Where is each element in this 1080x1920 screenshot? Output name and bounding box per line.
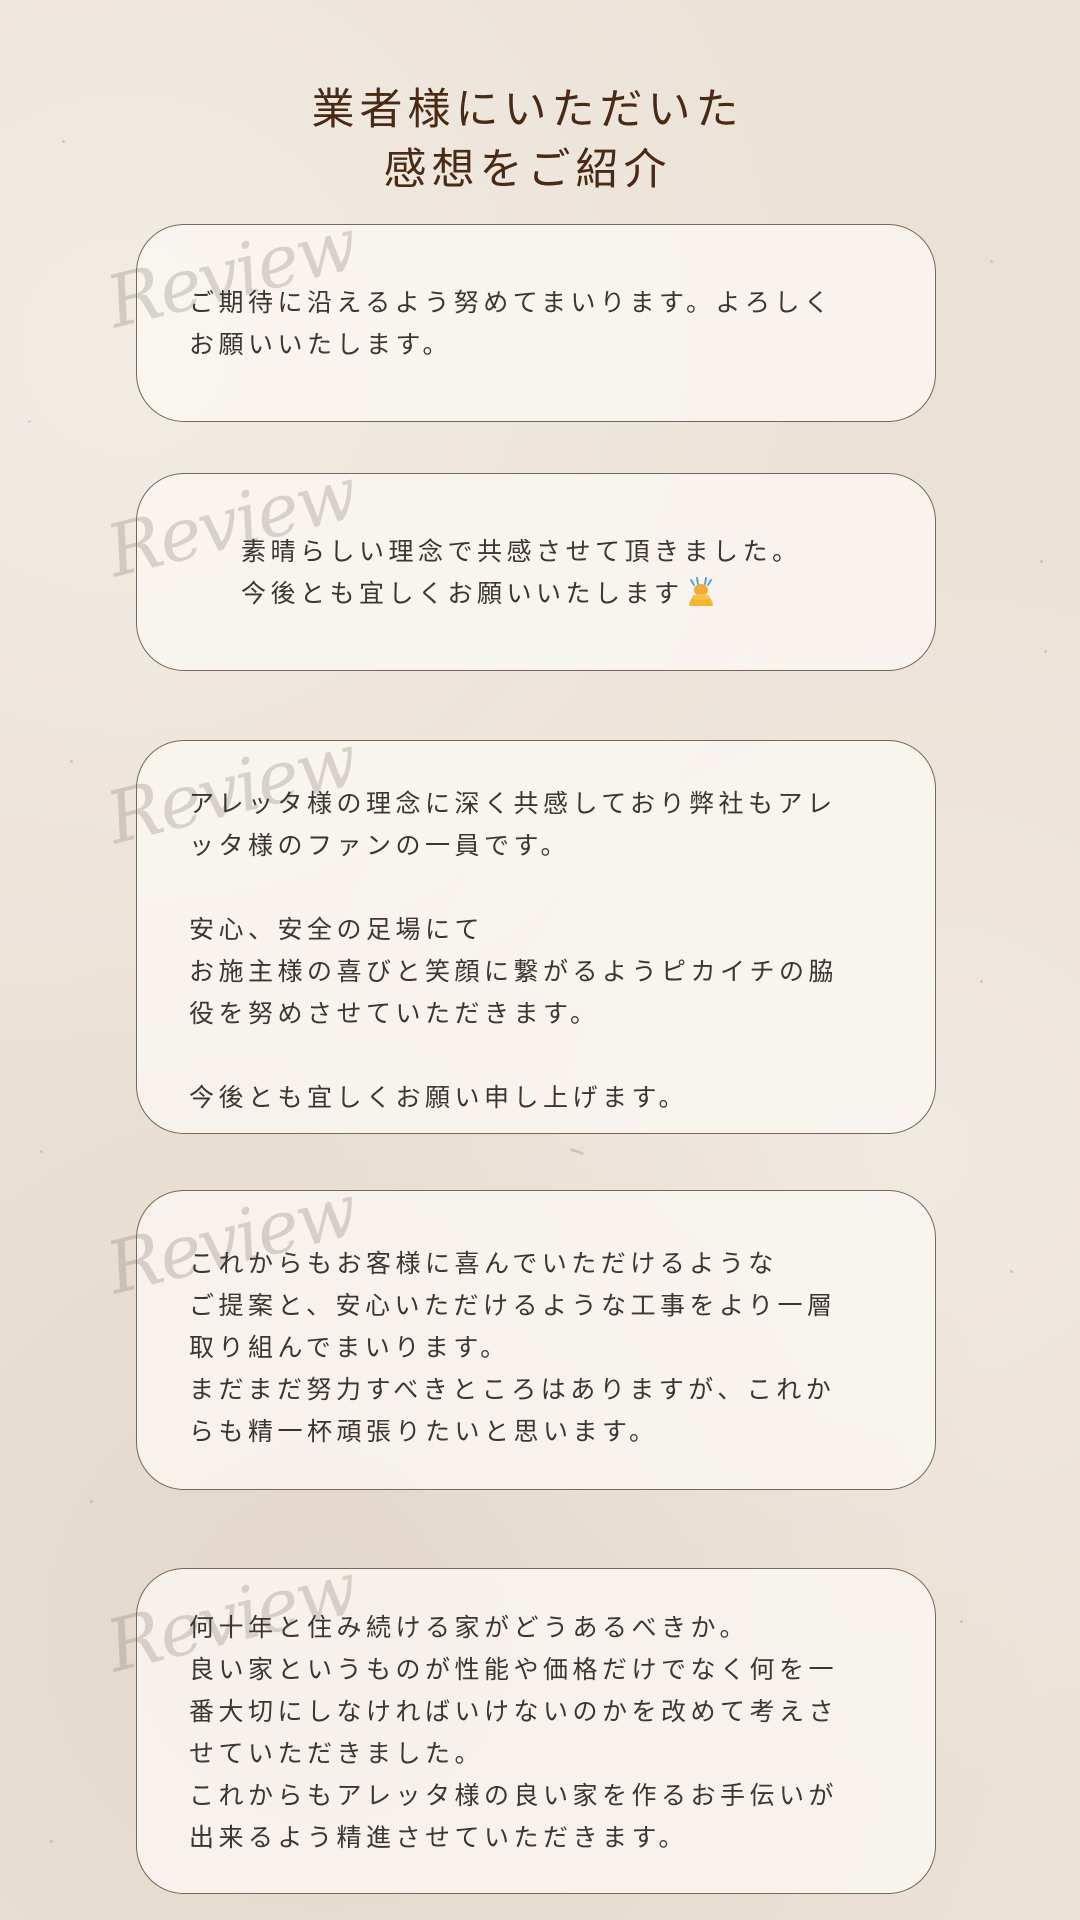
paper-speck bbox=[569, 1147, 585, 1156]
paper-speck bbox=[990, 260, 993, 263]
review-text-2: 素晴らしい理念で共感させて頂きました。 今後とも宜しくお願いいたします bbox=[241, 531, 802, 615]
paper-speck bbox=[70, 760, 73, 763]
review-card-3: Review アレッタ様の理念に深く共感しており弊社もアレ ッタ様のファンの一員… bbox=[99, 718, 936, 1134]
paper-speck bbox=[28, 420, 31, 423]
page-title-line-1: 業者様にいただいた bbox=[311, 85, 744, 135]
paper-speck bbox=[1010, 1270, 1013, 1273]
paper-speck bbox=[90, 1500, 93, 1503]
page-title-line-2: 感想をご紹介 bbox=[383, 145, 672, 195]
paper-speck bbox=[50, 1840, 53, 1843]
review-card-1: Review ご期待に沿えるよう努めてまいります。よろしく お願いいたします。 bbox=[99, 202, 936, 422]
review-card-4: Review これからもお客様に喜んでいただけるような ご提案と、安心いただける… bbox=[99, 1168, 936, 1490]
review-text-3: アレッタ様の理念に深く共感しており弊社もアレ ッタ様のファンの一員です。 安心、… bbox=[189, 789, 839, 1112]
review-card-5: Review 何十年と住み続ける家がどうあるべきか。 良い家というものが性能や価… bbox=[99, 1546, 936, 1894]
review-text-4: これからもお客様に喜んでいただけるような ご提案と、安心いただけるような工事をよ… bbox=[189, 1249, 837, 1446]
paper-speck bbox=[40, 1150, 43, 1153]
bowing-person-icon bbox=[688, 577, 713, 606]
review-text-1: ご期待に沿えるよう努めてまいります。よろしく お願いいたします。 bbox=[189, 288, 834, 359]
review-text-5: 何十年と住み続ける家がどうあるべきか。 良い家というものが性能や価格だけでなく何… bbox=[189, 1613, 839, 1852]
paper-speck bbox=[960, 1620, 963, 1623]
paper-speck bbox=[1044, 650, 1047, 653]
paper-speck bbox=[1040, 560, 1043, 563]
paper-speck bbox=[980, 980, 983, 983]
review-text-2-body: 素晴らしい理念で共感させて頂きました。 今後とも宜しくお願いいたします bbox=[241, 537, 802, 608]
review-card-2: Review 素晴らしい理念で共感させて頂きました。 今後とも宜しくお願いいたし… bbox=[99, 451, 936, 671]
